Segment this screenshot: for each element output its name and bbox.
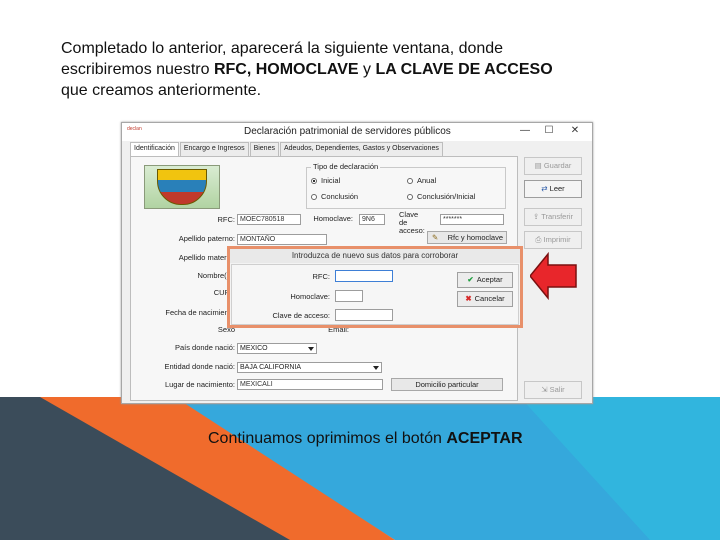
corroborar-dialog: Introduzca de nuevo sus datos para corro… [227,246,523,328]
dialog-rfc-input[interactable] [335,270,393,282]
domicilio-button[interactable]: Domicilio particular [391,378,503,391]
apellido-paterno-input[interactable]: MONTAÑO [237,234,327,245]
fecha-nacimiento-label: Fecha de nacimiento [165,308,235,317]
x-icon: ✖ [465,294,472,303]
pencil-icon: ✎ [432,233,439,242]
state-shield-logo [144,165,220,209]
tab-adeudos[interactable]: Adeudos, Dependientes, Gastos y Observac… [279,142,443,156]
dialog-homoclave-label: Homoclave: [290,292,330,301]
curp-label: CURP [213,288,235,297]
guardar-button[interactable]: ▤ Guardar [524,157,582,175]
title-bar: declan Declaración patrimonial de servid… [122,123,592,141]
rfc-input[interactable]: MOEC780518 [237,214,301,225]
shield-icon [157,169,207,205]
rfc-homoclave-button[interactable]: ✎ Rfc y homoclave [427,231,507,244]
imprimir-button[interactable]: ⎙ Imprimir [524,231,582,249]
clave-acceso-input[interactable]: ******* [440,214,504,225]
dialog-title: Introduzca de nuevo sus datos para corro… [230,249,520,263]
tipo-declaracion-group: Tipo de declaración Inicial Anual Conclu… [306,162,506,209]
entidad-label: Entidad donde nació: [164,362,235,371]
radio-anual[interactable]: Anual [407,176,436,185]
radio-empty-icon [311,194,317,200]
pais-label: País donde nació: [174,343,235,352]
apellido-paterno-label: Apellido paterno: [178,234,235,243]
caption-text: Continuamos oprimimos el botón ACEPTAR [208,430,523,447]
radio-empty-icon [407,194,413,200]
radio-conclusion[interactable]: Conclusión [311,192,358,201]
entidad-select[interactable]: BAJA CALIFORNIA [237,362,382,373]
dialog-rfc-label: RFC: [312,272,331,281]
lugar-label: Lugar de nacimiento: [164,380,235,389]
homoclave-label: Homoclave: [313,214,353,223]
sexo-label: Sexo [217,325,235,334]
salir-button[interactable]: ⇲ Salir [524,381,582,399]
dialog-clave-label: Clave de acceso: [272,311,330,320]
tab-identificacion[interactable]: Identificación [130,142,179,156]
transferir-button[interactable]: ⇪ Transferir [524,208,582,226]
tipo-declaracion-title: Tipo de declaración [311,162,381,171]
dialog-homoclave-input[interactable] [335,290,363,302]
nombres-label: Nombre(s): [197,271,235,280]
radio-conclusion-inicial[interactable]: Conclusión/Inicial [407,192,475,201]
rfc-label: RFC: [217,215,236,224]
close-button[interactable]: ✕ [564,125,586,136]
minimize-button[interactable]: — [514,125,536,136]
red-arrow-icon [530,251,577,301]
radio-selected-icon [311,178,317,184]
exit-icon: ⇲ [541,385,550,394]
print-icon: ⎙ [535,235,544,244]
maximize-button[interactable]: ☐ [538,125,560,136]
tab-bar: Identificación Encargo e Ingresos Bienes… [130,142,444,156]
aceptar-button[interactable]: ✔ Aceptar [457,272,513,288]
lugar-input[interactable]: MEXICALI [237,379,383,390]
window-title: Declaración patrimonial de servidores pú… [244,126,451,137]
leer-button[interactable]: ⇄ Leer [524,180,582,198]
save-icon: ▤ [534,161,544,170]
read-icon: ⇄ [541,184,550,193]
transfer-icon: ⇪ [532,212,542,221]
clave-acceso-label: Clave de acceso: [399,210,425,235]
homoclave-input[interactable]: 9N6 [359,214,385,225]
app-logo-icon: declan [127,126,142,132]
tab-encargo-ingresos[interactable]: Encargo e Ingresos [179,142,249,156]
radio-inicial[interactable]: Inicial [311,176,340,185]
tab-bienes[interactable]: Bienes [249,142,279,156]
pais-select[interactable]: MEXICO [237,343,317,354]
intro-text: Completado lo anterior, aparecerá la sig… [61,40,553,99]
cancelar-button[interactable]: ✖ Cancelar [457,291,513,307]
apellido-materno-label: Apellido materno [178,253,235,262]
dialog-clave-input[interactable] [335,309,393,321]
chevron-down-icon [308,347,314,351]
chevron-down-icon [373,366,379,370]
dialog-body: RFC: Homoclave: Clave de acceso: ✔ Acepta… [231,264,519,325]
radio-empty-icon [407,178,413,184]
check-icon: ✔ [467,275,474,284]
